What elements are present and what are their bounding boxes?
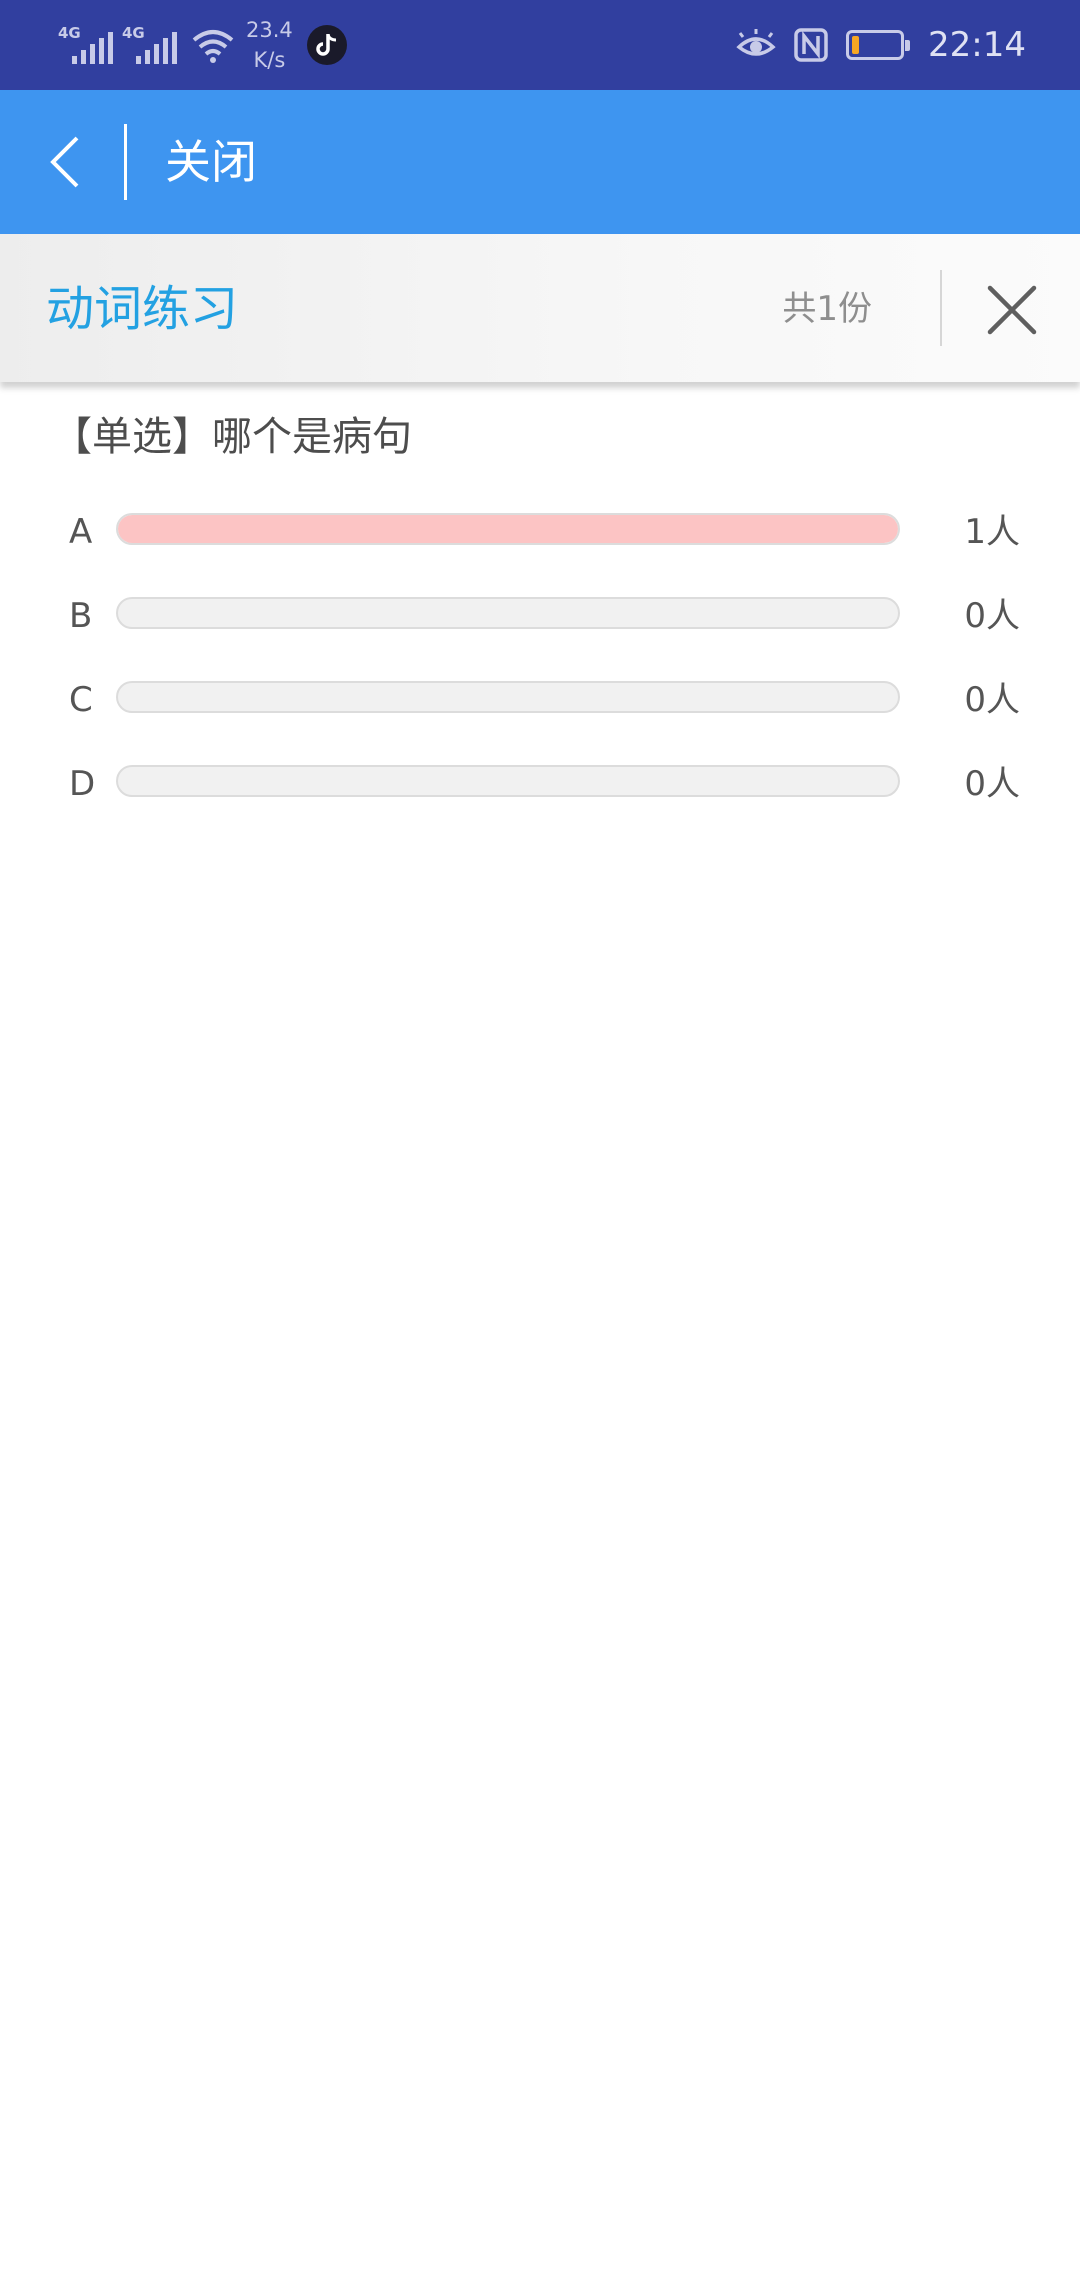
option-bar-track [116, 765, 900, 797]
option-count: 0人 [964, 680, 1020, 720]
option-row: A 1人 [0, 494, 1080, 578]
option-letter: D [69, 764, 96, 804]
tiktok-notification-icon [306, 25, 347, 65]
cell-signal-2-icon: 4G [122, 22, 182, 68]
speed-value: 23.4 [246, 18, 293, 42]
option-count: 0人 [964, 596, 1020, 636]
option-count: 1人 [964, 512, 1020, 552]
close-icon [987, 285, 1037, 335]
exam-header: 动词练习 共1份 [0, 234, 1080, 382]
battery-level [852, 36, 860, 54]
back-button[interactable] [38, 130, 90, 194]
option-letter: C [69, 680, 93, 720]
question-title: 【单选】哪个是病句 [52, 414, 412, 460]
exam-title: 动词练习 [46, 281, 239, 337]
option-row: B 0人 [0, 578, 1080, 662]
status-left: 4G 4G 23.4 K/s [58, 18, 347, 72]
app-bar: 关闭 [0, 90, 1080, 234]
option-stats-list: A 1人 B 0人 C 0人 D 0人 [0, 494, 1080, 830]
close-link[interactable]: 关闭 [165, 132, 257, 192]
battery-icon [846, 30, 911, 60]
status-bar: 4G 4G 23.4 K/s 22:14 [0, 0, 1080, 90]
option-bar-track [116, 597, 900, 629]
network-speed: 23.4 K/s [246, 15, 293, 75]
chevron-left-icon [50, 136, 79, 188]
option-row: D 0人 [0, 746, 1080, 830]
nfc-icon [794, 28, 828, 62]
header-divider [940, 270, 942, 346]
option-row: C 0人 [0, 662, 1080, 746]
option-bar-track [116, 681, 900, 713]
option-letter: B [69, 596, 93, 636]
speed-unit: K/s [253, 48, 286, 72]
option-bar-fill [118, 515, 898, 543]
option-bar-track [116, 513, 900, 545]
clock: 22:14 [928, 25, 1026, 65]
option-count: 0人 [964, 764, 1020, 804]
cell-signal-1-icon: 4G [58, 22, 118, 68]
close-button[interactable] [982, 280, 1042, 344]
app-bar-divider [124, 124, 127, 200]
eye-comfort-icon [736, 29, 776, 56]
option-letter: A [69, 512, 93, 552]
wifi-icon [192, 30, 234, 63]
status-right: 22:14 [736, 18, 1026, 72]
submission-count: 共1份 [782, 289, 872, 329]
